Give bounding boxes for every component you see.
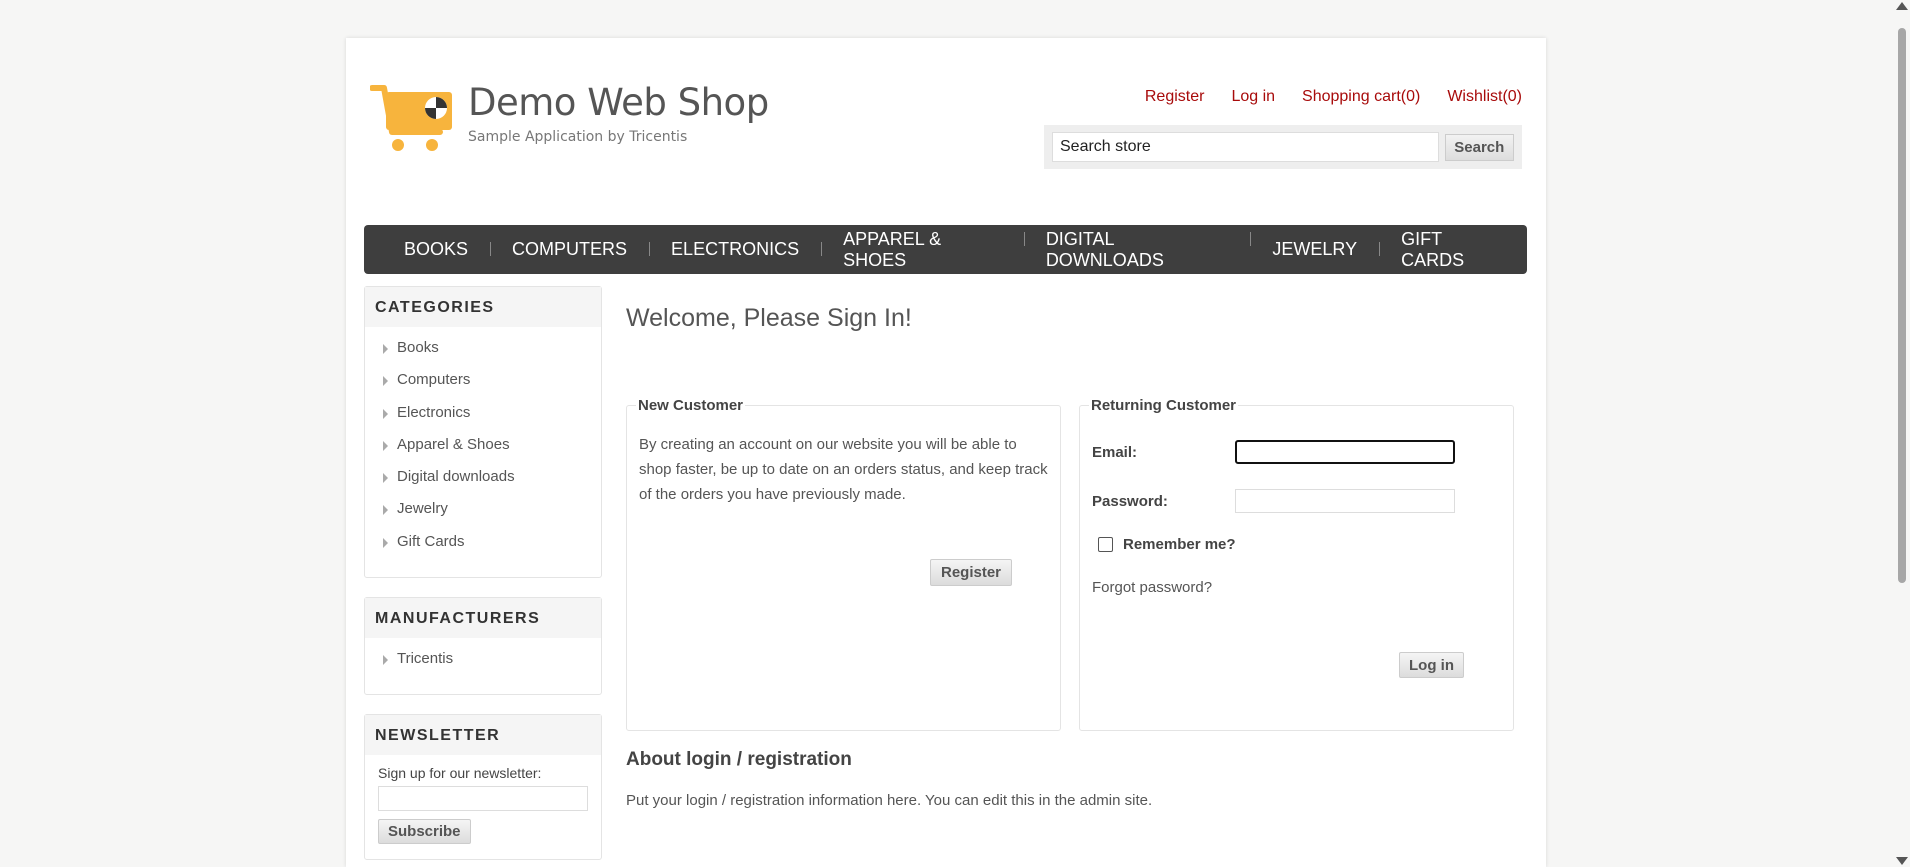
newsletter-block: NEWSLETTER Sign up for our newsletter: S…: [364, 714, 602, 860]
logo-title: Demo Web Shop: [468, 81, 769, 124]
returning-customer-legend: Returning Customer: [1091, 397, 1237, 414]
login-button[interactable]: Log in: [1399, 652, 1464, 678]
password-label: Password:: [1092, 492, 1168, 510]
nav-item-electronics[interactable]: ELECTRONICS: [649, 239, 823, 260]
search-input[interactable]: [1052, 132, 1439, 162]
remember-me-label[interactable]: Remember me?: [1123, 536, 1236, 553]
newsletter-title: NEWSLETTER: [365, 715, 601, 755]
site-logo[interactable]: Demo Web Shop Sample Application by Tric…: [370, 82, 769, 154]
new-customer-panel: New Customer By creating an account on o…: [626, 397, 1061, 731]
shopping-cart-link[interactable]: Shopping cart(0): [1302, 88, 1420, 106]
newsletter-label: Sign up for our newsletter:: [378, 765, 542, 781]
password-field[interactable]: [1235, 489, 1455, 513]
category-item-electronics[interactable]: Electronics: [383, 400, 601, 432]
nav-item-digital-downloads[interactable]: DIGITAL DOWNLOADS: [1024, 229, 1251, 271]
nav-item-jewelry[interactable]: JEWELRY: [1250, 239, 1380, 260]
scroll-down-arrow-icon[interactable]: [1896, 857, 1908, 865]
page-title: Welcome, Please Sign In!: [626, 304, 912, 332]
vertical-scrollbar[interactable]: [1893, 0, 1910, 867]
about-title: About login / registration: [626, 749, 852, 770]
category-item-books[interactable]: Books: [383, 335, 601, 367]
category-item-gift-cards[interactable]: Gift Cards: [383, 529, 601, 561]
login-link[interactable]: Log in: [1231, 88, 1275, 106]
shopping-cart-logo-icon: [370, 85, 452, 151]
page-container: Demo Web Shop Sample Application by Tric…: [346, 38, 1546, 867]
categories-title: CATEGORIES: [365, 287, 601, 327]
wishlist-link[interactable]: Wishlist(0): [1447, 88, 1522, 106]
nav-item-apparel-shoes[interactable]: APPAREL & SHOES: [821, 229, 1025, 271]
about-text: Put your login / registration informatio…: [626, 792, 1153, 809]
search-box: Search: [1044, 125, 1522, 169]
manufacturers-list: Tricentis: [365, 638, 601, 684]
email-label: Email:: [1092, 443, 1138, 461]
nav-item-books[interactable]: BOOKS: [382, 239, 492, 260]
subscribe-button[interactable]: Subscribe: [378, 819, 471, 844]
category-item-apparel-shoes[interactable]: Apparel & Shoes: [383, 432, 601, 464]
manufacturers-title: MANUFACTURERS: [365, 598, 601, 638]
email-field[interactable]: [1235, 440, 1455, 464]
header-links: Register Log in Shopping cart(0) Wishlis…: [1145, 88, 1522, 106]
returning-customer-panel: Returning Customer Email: Password: Reme…: [1079, 397, 1514, 731]
new-customer-legend: New Customer: [638, 397, 744, 414]
register-button[interactable]: Register: [930, 559, 1013, 586]
scroll-up-arrow-icon[interactable]: [1896, 2, 1908, 10]
register-link[interactable]: Register: [1145, 88, 1205, 106]
search-button[interactable]: Search: [1444, 133, 1514, 161]
logo-subtitle: Sample Application by Tricentis: [468, 129, 688, 145]
password-row: Password:: [1092, 489, 1501, 513]
top-menu: BOOKS COMPUTERS ELECTRONICS APPAREL & SH…: [364, 225, 1527, 274]
forgot-password-link[interactable]: Forgot password?: [1092, 579, 1501, 596]
email-row: Email:: [1092, 440, 1501, 464]
nav-item-computers[interactable]: COMPUTERS: [490, 239, 651, 260]
categories-list: Books Computers Electronics Apparel & Sh…: [365, 327, 601, 567]
nav-item-gift-cards[interactable]: GIFT CARDS: [1379, 229, 1527, 271]
categories-block: CATEGORIES Books Computers Electronics A…: [364, 286, 602, 578]
category-item-jewelry[interactable]: Jewelry: [383, 496, 601, 528]
manufacturers-block: MANUFACTURERS Tricentis: [364, 597, 602, 695]
category-item-digital-downloads[interactable]: Digital downloads: [383, 464, 601, 496]
new-customer-text: By creating an account on our website yo…: [639, 436, 1048, 503]
remember-me-row: Remember me?: [1092, 536, 1501, 553]
manufacturer-item-tricentis[interactable]: Tricentis: [383, 646, 601, 678]
category-item-computers[interactable]: Computers: [383, 367, 601, 399]
newsletter-email-input[interactable]: [378, 786, 588, 811]
remember-me-checkbox[interactable]: [1098, 537, 1113, 552]
scroll-thumb[interactable]: [1898, 28, 1906, 583]
